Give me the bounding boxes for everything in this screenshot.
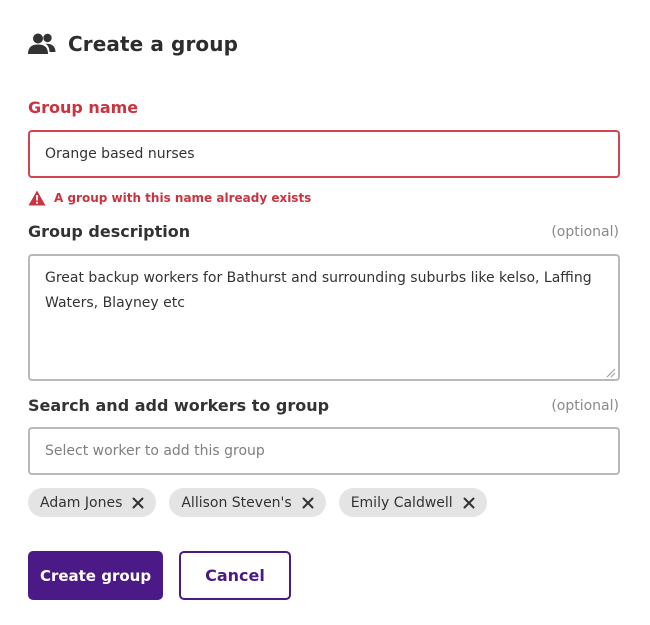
resize-grip-icon[interactable] <box>604 366 616 378</box>
worker-chip-label: Emily Caldwell <box>350 494 453 511</box>
worker-chip-label: Adam Jones <box>40 494 123 511</box>
worker-chip: Allison Steven's <box>169 488 326 517</box>
page-title: Create a group <box>68 32 239 56</box>
group-name-label: Group name <box>28 98 139 117</box>
worker-chip: Emily Caldwell <box>338 488 487 517</box>
warning-icon <box>28 190 46 206</box>
worker-chip: Adam Jones <box>28 488 157 517</box>
close-icon[interactable] <box>302 497 314 509</box>
group-name-error: A group with this name already exists <box>28 190 311 206</box>
users-icon <box>28 33 56 54</box>
cancel-button[interactable]: Cancel <box>179 551 291 600</box>
dialog-header: Create a group <box>28 32 238 56</box>
group-description-textarea[interactable] <box>28 254 620 381</box>
error-text: A group with this name already exists <box>54 191 312 205</box>
worker-search-input[interactable] <box>28 427 620 475</box>
worker-chip-label: Allison Steven's <box>181 494 292 511</box>
close-icon[interactable] <box>463 497 475 509</box>
optional-tag: (optional) <box>551 224 619 240</box>
group-description-label: Group description <box>28 222 191 241</box>
create-group-button[interactable]: Create group <box>28 551 163 600</box>
close-icon[interactable] <box>132 497 144 509</box>
selected-workers: Adam Jones Allison Steven's Emily Caldwe… <box>28 488 487 517</box>
optional-tag: (optional) <box>551 398 619 414</box>
workers-search-label: Search and add workers to group <box>28 396 330 415</box>
group-name-input[interactable] <box>28 130 620 178</box>
